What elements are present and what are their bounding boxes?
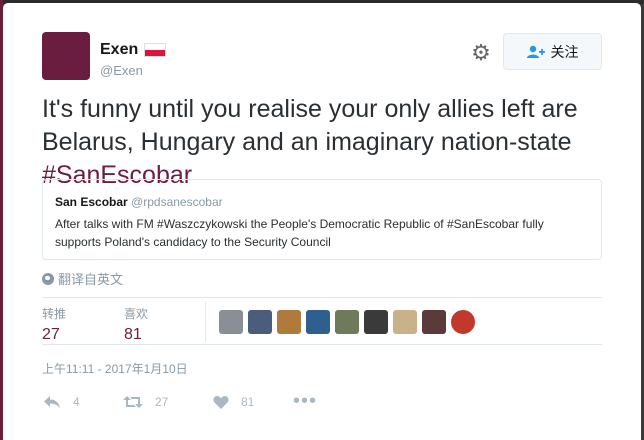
quote-author-name: San Escobar <box>55 195 128 209</box>
liker-avatar[interactable] <box>364 310 388 334</box>
like-stat-label: 喜欢 <box>124 307 149 321</box>
author-name[interactable]: Exen <box>100 41 138 59</box>
quote-header: San Escobar @rpdsanescobar <box>55 195 589 209</box>
divider <box>205 302 206 342</box>
liker-avatar[interactable] <box>422 310 446 334</box>
liker-avatar[interactable] <box>306 310 330 334</box>
reply-button[interactable]: 4 <box>43 395 123 409</box>
reply-count: 4 <box>73 394 80 409</box>
author-handle[interactable]: @Exen <box>100 63 143 78</box>
translate-link[interactable]: 翻译自英文 <box>42 269 123 288</box>
liker-avatar[interactable] <box>277 310 301 334</box>
retweet-stat-label: 转推 <box>42 307 67 321</box>
retweet-icon <box>123 395 143 408</box>
add-user-icon <box>526 45 545 58</box>
tweet-text: It's funny until you realise your only a… <box>42 93 612 192</box>
retweet-count: 27 <box>42 326 60 343</box>
author-name-row[interactable]: Exen <box>100 41 167 59</box>
gear-icon[interactable]: ⚙ <box>469 41 493 65</box>
retweet-button[interactable]: 27 <box>123 395 213 409</box>
more-icon[interactable]: ••• <box>293 390 333 413</box>
poland-flag-icon <box>144 43 167 57</box>
action-bar: 4 27 81 ••• <box>43 390 333 413</box>
quoted-tweet[interactable]: San Escobar @rpdsanescobar After talks w… <box>42 179 602 260</box>
globe-icon <box>42 272 54 285</box>
quote-author-handle: @rpdsanescobar <box>131 195 223 209</box>
follow-label: 关注 <box>550 43 579 60</box>
like-action-count: 81 <box>241 394 255 409</box>
reply-icon <box>44 395 60 408</box>
like-button[interactable]: 81 <box>213 395 293 409</box>
liker-avatar[interactable] <box>451 310 475 334</box>
retweet-stat[interactable]: 转推 27 <box>42 305 66 344</box>
liker-avatars <box>219 310 475 334</box>
timestamp[interactable]: 上午11:11 - 2017年1月10日 <box>42 360 188 377</box>
stats-row: 转推 27 喜欢 81 <box>42 297 602 345</box>
tweet-card: Exen @Exen ⚙ 关注 It's funny until you rea… <box>3 3 641 440</box>
like-stat[interactable]: 喜欢 81 <box>124 305 148 344</box>
liker-avatar[interactable] <box>393 310 417 334</box>
follow-button[interactable]: 关注 <box>503 33 602 70</box>
avatar[interactable] <box>42 32 90 80</box>
quote-text: After talks with FM #Waszczykowski the P… <box>55 217 544 249</box>
heart-icon <box>213 395 229 409</box>
liker-avatar[interactable] <box>248 310 272 334</box>
tweet-body: It's funny until you realise your only a… <box>42 95 578 156</box>
retweet-action-count: 27 <box>155 394 169 409</box>
liker-avatar[interactable] <box>335 310 359 334</box>
liker-avatar[interactable] <box>219 310 243 334</box>
translate-label: 翻译自英文 <box>58 272 124 287</box>
like-count: 81 <box>124 326 142 343</box>
